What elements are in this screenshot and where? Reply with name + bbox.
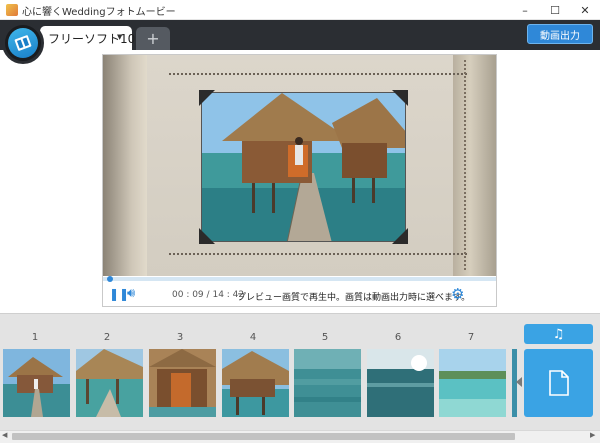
film-strip-icon [8, 28, 38, 58]
music-note-icon: ♫ [552, 326, 565, 342]
clip-thumbnail-7[interactable] [439, 349, 506, 417]
add-tab-button[interactable]: + [136, 27, 170, 50]
album-page-edge [453, 55, 496, 276]
maximize-button[interactable]: ☐ [540, 0, 570, 20]
stitch-right [464, 60, 466, 270]
add-music-button[interactable]: ♫ [524, 324, 593, 344]
clip-thumbnail-2[interactable] [76, 349, 143, 417]
minimize-button[interactable]: – [510, 0, 540, 20]
album-spine-left [103, 55, 151, 276]
album-book [103, 55, 496, 276]
app-icon [6, 4, 18, 16]
slot-number: 6 [394, 332, 402, 343]
clip-thumbnail-3[interactable] [149, 349, 216, 417]
preview-photo [201, 92, 406, 242]
title-bar: 心に響くWeddingフォトムービー – ☐ ✕ [0, 0, 600, 20]
close-button[interactable]: ✕ [570, 0, 600, 20]
playback-progress-knob[interactable] [107, 276, 113, 282]
slot-number: 5 [321, 332, 329, 343]
time-readout: 00 : 09 / 14 : 42 [172, 290, 244, 300]
document-icon [548, 370, 569, 396]
stitch-bottom [169, 253, 467, 255]
app-logo [2, 22, 44, 64]
preview-status-text: プレビュー画質で再生中。画質は動画出力時に選べます。 [237, 293, 471, 303]
clip-thumbnail-6[interactable] [367, 349, 434, 417]
scroll-left-icon[interactable]: ◀ [2, 431, 7, 439]
playback-progress-bar[interactable] [103, 277, 496, 281]
tab-menu-caret-icon[interactable]: ▼ [117, 33, 122, 41]
current-time: 00 : 09 [172, 290, 204, 300]
clip-thumbnail-4[interactable] [222, 349, 289, 417]
slot-number: 1 [31, 332, 39, 343]
clip-thumbnail-1[interactable] [3, 349, 70, 417]
add-clip-button[interactable] [524, 349, 593, 417]
stitch-top [169, 73, 467, 75]
time-separator: / [206, 290, 210, 300]
gear-icon[interactable]: ⚙ [451, 285, 464, 303]
slot-number: 2 [103, 332, 111, 343]
window-title: 心に響くWeddingフォトムービー [22, 7, 176, 18]
volume-icon[interactable]: 🔊︎ [127, 286, 135, 301]
slot-number: 7 [467, 332, 475, 343]
slot-number: 4 [249, 332, 257, 343]
slot-number: 3 [176, 332, 184, 343]
clip-thumbnail-5[interactable] [294, 349, 361, 417]
collapse-arrow-icon[interactable] [516, 377, 522, 387]
scroll-right-icon[interactable]: ▶ [590, 431, 595, 439]
export-video-button[interactable]: 動画出力 [527, 24, 593, 44]
timeline-scrollbar-thumb[interactable] [12, 433, 515, 440]
